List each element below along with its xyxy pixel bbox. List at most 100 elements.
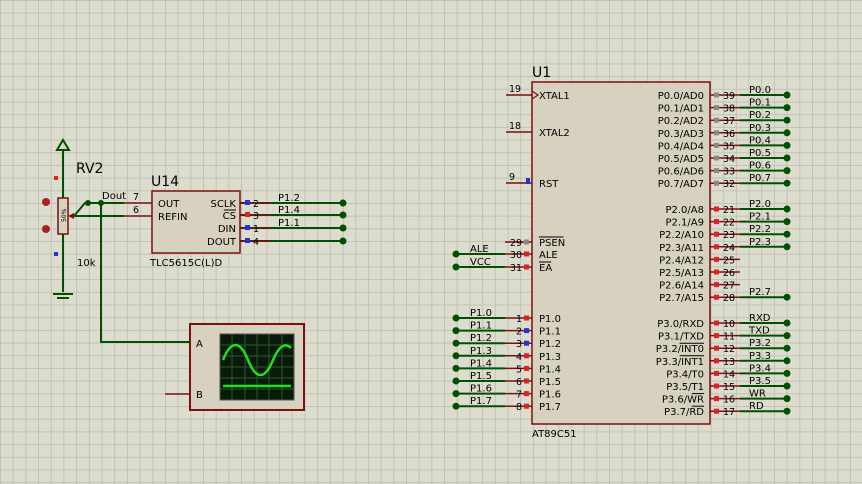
- u1-terminal[interactable]: [783, 293, 791, 301]
- rv2-wiper-label: 50%: [61, 208, 68, 222]
- u1-terminal[interactable]: [783, 179, 791, 187]
- u1-pin-number: 13: [723, 357, 735, 368]
- u1-pin-name: P2.4/A12: [659, 255, 704, 266]
- u1-pin-state: [524, 315, 529, 321]
- u1-terminal[interactable]: [783, 141, 791, 149]
- u1-terminal[interactable]: [452, 377, 460, 385]
- u1-pin-state: [714, 408, 719, 414]
- u1-terminal[interactable]: [783, 319, 791, 327]
- u1-pin-name: EA: [539, 263, 552, 274]
- u1-pin-state: [524, 391, 529, 397]
- u1-terminal[interactable]: [783, 116, 791, 124]
- u14-terminal[interactable]: [339, 224, 347, 232]
- u1-pin-state: [714, 345, 719, 351]
- u1-terminal[interactable]: [452, 402, 460, 410]
- u1-terminal[interactable]: [783, 344, 791, 352]
- u1-pin-number: 15: [723, 382, 735, 393]
- u14-pin-state: [245, 238, 250, 243]
- u1-terminal[interactable]: [783, 395, 791, 403]
- u14-pin-number: 6: [133, 205, 139, 216]
- u1-pin-state: [714, 168, 719, 174]
- schematic: RV2 10k 50% Dout U14 TLC5615C(L)D 7OUT6R…: [42, 65, 791, 440]
- u1-terminal[interactable]: [452, 327, 460, 335]
- u1-pin-number: 35: [723, 141, 735, 152]
- u1-pin-name: P1.5: [539, 377, 561, 388]
- u1-pin-state: [524, 365, 529, 371]
- u1-pin-state: [714, 269, 719, 275]
- u1-pin-number: 8: [516, 402, 522, 413]
- u1-terminal[interactable]: [783, 407, 791, 415]
- u1-terminal[interactable]: [783, 167, 791, 175]
- rv2-down-button[interactable]: [42, 225, 50, 233]
- u1-net-label: WR: [749, 389, 766, 400]
- u1-pin-number: 24: [723, 243, 735, 254]
- u1-pin-state: [714, 219, 719, 225]
- u14-terminal[interactable]: [339, 199, 347, 207]
- u14-terminal[interactable]: [339, 237, 347, 245]
- u14-pin-state: [245, 200, 250, 205]
- u14-net-label: P1.1: [278, 218, 300, 229]
- u1-terminal[interactable]: [783, 91, 791, 99]
- u1-terminal[interactable]: [452, 314, 460, 322]
- rv2-ref: RV2: [76, 161, 103, 177]
- u1-pin-name: P0.4/AD4: [658, 141, 704, 152]
- u1-pin-name: P2.1/A9: [665, 218, 704, 229]
- u1-pin-name: RST: [539, 179, 559, 190]
- u1-net-label: P3.3: [749, 351, 771, 362]
- u1-pin-state: [714, 231, 719, 237]
- u1-microcontroller[interactable]: U1 AT89C51 19XTAL118XTAL29RST29 PSEN30 ALE…: [452, 65, 791, 440]
- u1-pin-state: [714, 244, 719, 250]
- u1-pin-number: 9: [509, 172, 515, 183]
- u1-terminal[interactable]: [783, 357, 791, 365]
- rv2-potentiometer[interactable]: RV2 10k 50%: [42, 138, 103, 299]
- u1-pin-number: 3: [516, 339, 522, 350]
- u1-terminal[interactable]: [452, 339, 460, 347]
- u1-net-label: P1.6: [470, 384, 492, 395]
- u14-part: TLC5615C(L)D: [149, 258, 222, 269]
- u1-pin-state: [714, 130, 719, 136]
- u1-terminal[interactable]: [452, 250, 460, 258]
- u1-terminal[interactable]: [783, 369, 791, 377]
- u1-pin-state: [714, 206, 719, 212]
- u14-dac[interactable]: U14 TLC5615C(L)D 7 OUT 6 REFIN SCLK 2 P1.2 CS 3 P…: [133, 174, 347, 269]
- u14-pin-name: REFIN: [158, 212, 187, 223]
- u1-terminal[interactable]: [783, 218, 791, 226]
- u1-pin-number: 34: [723, 154, 735, 165]
- u1-terminal[interactable]: [452, 364, 460, 372]
- u1-terminal[interactable]: [783, 332, 791, 340]
- u14-pin-number: 7: [133, 192, 139, 203]
- u1-terminal[interactable]: [783, 104, 791, 112]
- u1-pin-name: P3.5/T1: [666, 382, 704, 393]
- u1-net-label: P1.0: [470, 308, 492, 319]
- u1-terminal[interactable]: [783, 243, 791, 251]
- u1-pin-name: ALE: [539, 250, 558, 261]
- u14-net-label: P1.4: [278, 205, 300, 216]
- u1-terminal[interactable]: [783, 230, 791, 238]
- u1-terminal[interactable]: [783, 205, 791, 213]
- u1-terminal[interactable]: [452, 263, 460, 271]
- u1-pin-state: [714, 256, 719, 262]
- u1-pin-name: XTAL2: [539, 128, 570, 139]
- u1-terminal[interactable]: [783, 154, 791, 162]
- u1-terminal[interactable]: [783, 382, 791, 390]
- u1-pin-state: [524, 403, 529, 409]
- u1-terminal[interactable]: [452, 352, 460, 360]
- rv2-wiper-icon: [68, 213, 74, 219]
- u14-terminal[interactable]: [339, 211, 347, 219]
- u1-pin-state: [714, 333, 719, 339]
- u1-terminal[interactable]: [783, 129, 791, 137]
- rv2-up-button[interactable]: [42, 198, 50, 206]
- u1-net-label: P0.0: [749, 85, 771, 96]
- oscilloscope[interactable]: A B: [165, 323, 305, 411]
- u1-pin-name: P3.4/T0: [666, 369, 704, 380]
- u1-pin-number: 22: [723, 218, 735, 229]
- u1-net-label: TXD: [748, 326, 770, 337]
- u1-terminal[interactable]: [452, 390, 460, 398]
- u1-net-label: P1.4: [470, 358, 492, 369]
- u1-pin-name: P2.0/A8: [665, 205, 704, 216]
- u14-net-label: P1.2: [278, 193, 300, 204]
- u14-pin-name: SCLK: [211, 199, 237, 210]
- scope-channel-a: A: [196, 339, 203, 350]
- u1-part: AT89C51: [532, 429, 577, 440]
- u1-pin-name: P2.6/A14: [659, 281, 704, 292]
